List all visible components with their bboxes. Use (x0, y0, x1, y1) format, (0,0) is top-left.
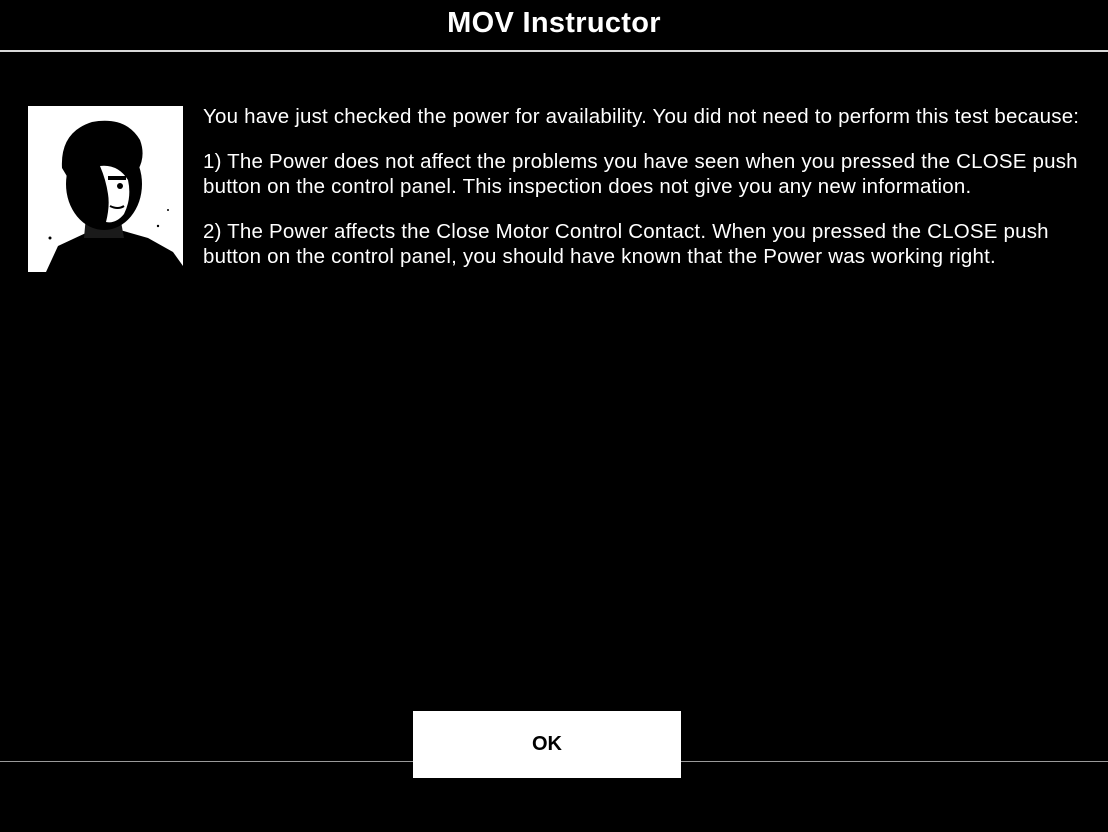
window-title: MOV Instructor (447, 6, 661, 39)
ok-button[interactable]: OK (413, 711, 681, 778)
instructor-portrait (28, 106, 183, 272)
mov-instructor-window: MOV Instructor You have just checked the… (0, 0, 1108, 832)
message-intro: You have just checked the power for avai… (203, 105, 1080, 128)
message-reason-1: 1) The Power does not affect the problem… (203, 150, 1078, 198)
instructor-portrait-image (28, 106, 183, 272)
title-bar: MOV Instructor (0, 0, 1108, 52)
message-reason-2: 2) The Power affects the Close Motor Con… (203, 220, 1049, 268)
instructor-message: You have just checked the power for avai… (203, 104, 1083, 289)
